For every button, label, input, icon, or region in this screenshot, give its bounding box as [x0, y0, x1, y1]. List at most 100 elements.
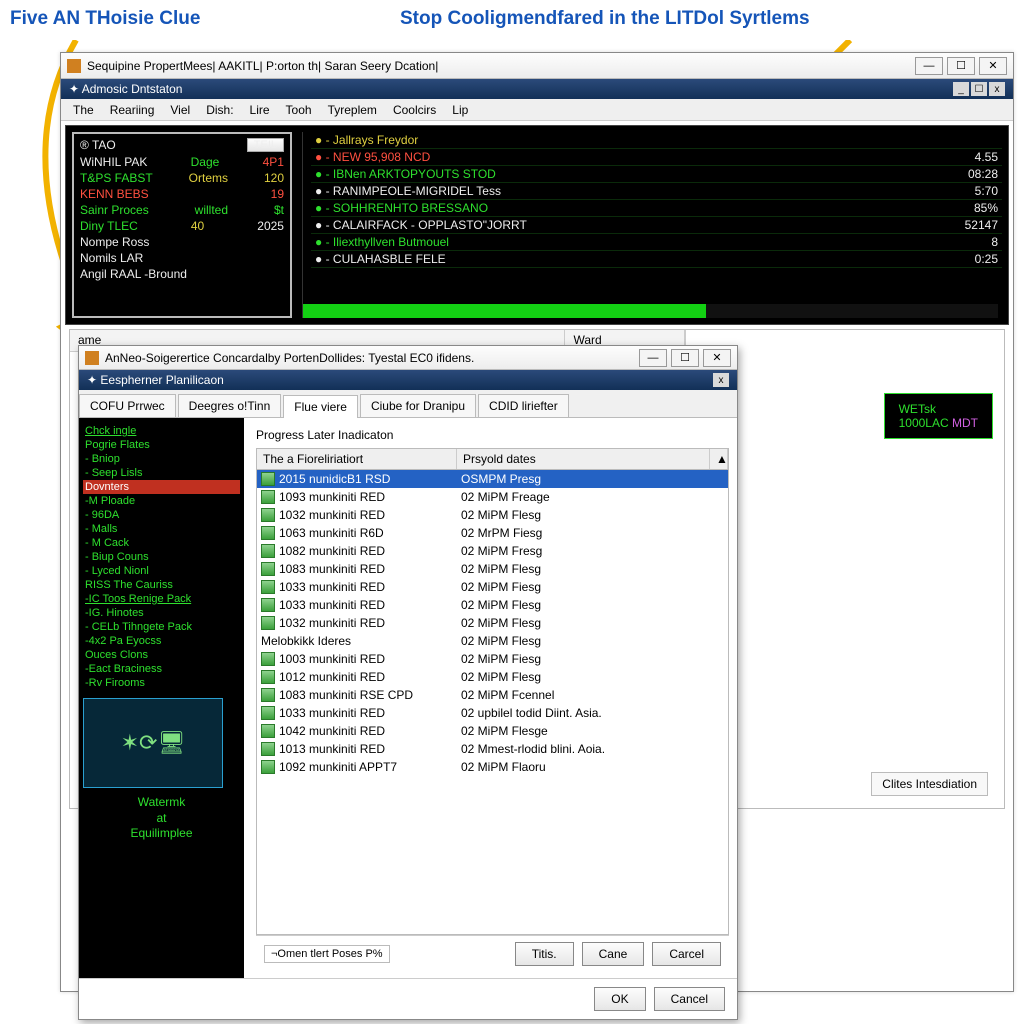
nav-item[interactable]: - Lyced Nionl: [83, 564, 240, 578]
nav-item[interactable]: -IC Toos Renige Pack: [83, 592, 240, 606]
dialog-inner-title: Eespherner Planilicaon: [100, 373, 223, 387]
status-row: ● - NEW 95,908 NCD4.55: [311, 149, 1002, 166]
nav-item[interactable]: -M Ploade: [83, 494, 240, 508]
menu-tyreplem[interactable]: Tyreplem: [320, 101, 385, 119]
foot-checkbox[interactable]: ¬Omen tlert Poses P%: [264, 945, 390, 963]
nav-item[interactable]: RISS The Cauriss: [83, 578, 240, 592]
list-item[interactable]: 1042 munkiniti RED02 MiPM Flesge: [257, 722, 728, 740]
dialog-inner-close[interactable]: x: [713, 373, 729, 387]
dialog-close[interactable]: ✕: [703, 349, 731, 367]
file-icon: [261, 490, 275, 504]
titis-button[interactable]: Titis.: [515, 942, 574, 966]
file-icon: [261, 472, 275, 486]
list-item[interactable]: 1033 munkiniti RED02 upbilel todid Diint…: [257, 704, 728, 722]
nav-item[interactable]: Pogrie Flates: [83, 438, 240, 452]
file-icon: [261, 544, 275, 558]
tag-row: WiNHIL PAKDage4P1: [80, 154, 284, 170]
menu-the[interactable]: The: [65, 101, 102, 119]
minimize-button[interactable]: —: [915, 57, 943, 75]
tag-head-left: TAO: [92, 138, 116, 152]
main-titlebar[interactable]: Sequipine PropertMees| AAKITL| P:orton t…: [61, 53, 1013, 79]
nav-caption: WatermkatEquilimplee: [83, 794, 240, 843]
ok-button[interactable]: OK: [594, 987, 645, 1011]
dialog-icon: [85, 351, 99, 365]
dialog-inner-titlebar[interactable]: ✦ Eespherner Planilicaon x: [79, 370, 737, 390]
status-row: ● - Jallrays Freydor: [311, 132, 1002, 149]
sub-titlebar[interactable]: ✦ Admosic Dntstaton _ ☐ x: [61, 79, 1013, 99]
nav-item[interactable]: -IG. Hinotes: [83, 606, 240, 620]
grid-scroll-up[interactable]: ▲: [710, 449, 728, 469]
dialog-max[interactable]: ☐: [671, 349, 699, 367]
list-item[interactable]: 1032 munkiniti RED02 MiPM Flesg: [257, 614, 728, 632]
nav-item[interactable]: - Bniop: [83, 452, 240, 466]
menu-reariing[interactable]: Reariing: [102, 101, 163, 119]
list-item[interactable]: 1093 munkiniti RED02 MiPM Freage: [257, 488, 728, 506]
nav-item[interactable]: - Biup Couns: [83, 550, 240, 564]
nav-item[interactable]: -4x2 Pa Eyocss: [83, 634, 240, 648]
file-icon: [261, 616, 275, 630]
close-button[interactable]: ✕: [979, 57, 1007, 75]
nav-item[interactable]: - 96DA: [83, 508, 240, 522]
nav-item[interactable]: - M Cack: [83, 536, 240, 550]
maximize-button[interactable]: ☐: [947, 57, 975, 75]
list-item[interactable]: 1012 munkiniti RED02 MiPM Flesg: [257, 668, 728, 686]
menu-dish:[interactable]: Dish:: [198, 101, 241, 119]
tab-4[interactable]: CDID liriefter: [478, 394, 569, 417]
list-item[interactable]: 1013 munkiniti RED02 Mmest-rlodid blini.…: [257, 740, 728, 758]
list-item[interactable]: 1082 munkiniti RED02 MiPM Fresg: [257, 542, 728, 560]
nav-item[interactable]: - CELb Tihngete Pack: [83, 620, 240, 634]
list-item[interactable]: 1033 munkiniti RED02 MiPM Fiesg: [257, 578, 728, 596]
list-item[interactable]: 2015 nunidicB1 RSDOSMPM Presg: [257, 470, 728, 488]
menu-lip[interactable]: Lip: [444, 101, 476, 119]
list-item[interactable]: 1003 munkiniti RED02 MiPM Fiesg: [257, 650, 728, 668]
main-title: Sequipine PropertMees| AAKITL| P:orton t…: [87, 59, 438, 73]
sub-title-text: ✦ Admosic Dntstaton: [69, 82, 182, 96]
cane-button[interactable]: Cane: [582, 942, 645, 966]
menu-lire[interactable]: Lire: [242, 101, 278, 119]
teil-button[interactable]: TEIL: [247, 138, 284, 152]
nav-item[interactable]: Dovnters: [83, 480, 240, 494]
nav-item[interactable]: Chck ingle: [83, 424, 240, 438]
dialog-outer-title: AnNeo-Soigerertice Concardalby PortenDol…: [105, 351, 474, 365]
menu-coolcirs[interactable]: Coolcirs: [385, 101, 444, 119]
sub-close[interactable]: x: [989, 82, 1005, 96]
tab-3[interactable]: Ciube for Dranipu: [360, 394, 476, 417]
progress-bar: [303, 304, 998, 318]
list-item[interactable]: 1083 munkiniti RSE CPD02 MiPM Fcennel: [257, 686, 728, 704]
file-icon: [261, 706, 275, 720]
grid-col2[interactable]: Prsyold dates: [457, 449, 710, 469]
status-row: ● - IBNen ARKTOPYOUTS STOD08:28: [311, 166, 1002, 183]
nav-item[interactable]: - Seep Lisls: [83, 466, 240, 480]
tab-0[interactable]: COFU Prrwec: [79, 394, 176, 417]
tag-row: Sainr Proceswillted$t: [80, 202, 284, 218]
tab-1[interactable]: Deegres o!Tinn: [178, 394, 282, 417]
status-row: ● - CALAIRFACK - OPPLASTO"JORRT52147: [311, 217, 1002, 234]
nav-item[interactable]: Ouces Clons: [83, 648, 240, 662]
dialog-min[interactable]: —: [639, 349, 667, 367]
sub-max[interactable]: ☐: [971, 82, 987, 96]
carcel-button[interactable]: Carcel: [652, 942, 721, 966]
grid-col1[interactable]: The a Fioreliriatiort: [257, 449, 457, 469]
list-item[interactable]: 1083 munkiniti RED02 MiPM Flesg: [257, 560, 728, 578]
nav-item[interactable]: - Malls: [83, 522, 240, 536]
sub-min[interactable]: _: [953, 82, 969, 96]
list-item[interactable]: 1092 munkiniti APPT702 MiPM Flaoru: [257, 758, 728, 776]
nav-tree[interactable]: Chck inglePogrie Flates- Bniop- Seep Lis…: [79, 418, 244, 978]
list-item[interactable]: 1032 munkiniti RED02 MiPM Flesg: [257, 506, 728, 524]
status-row: ● - Iliexthyllven Butmouel8: [311, 234, 1002, 251]
file-icon: [261, 724, 275, 738]
grid-body[interactable]: 2015 nunidicB1 RSDOSMPM Presg1093 munkin…: [257, 470, 728, 890]
file-icon: [261, 670, 275, 684]
nav-item[interactable]: -Rv Firooms: [83, 676, 240, 690]
menu-viel[interactable]: Viel: [162, 101, 198, 119]
list-item[interactable]: 1033 munkiniti RED02 MiPM Flesg: [257, 596, 728, 614]
list-label: Progress Later Inadicaton: [256, 428, 729, 442]
cancel-button[interactable]: Cancel: [654, 987, 725, 1011]
menu-tooh[interactable]: Tooh: [278, 101, 320, 119]
list-item[interactable]: Melobkikk Ideres02 MiPM Flesg: [257, 632, 728, 650]
tab-2[interactable]: Flue viere: [283, 395, 358, 418]
nav-item[interactable]: -Eact Braciness: [83, 662, 240, 676]
list-item[interactable]: 1063 munkiniti R6D02 MrPM Fiesg: [257, 524, 728, 542]
tag-row: T&PS FABSTOrtems120: [80, 170, 284, 186]
dialog-outer-titlebar[interactable]: AnNeo-Soigerertice Concardalby PortenDol…: [79, 346, 737, 370]
